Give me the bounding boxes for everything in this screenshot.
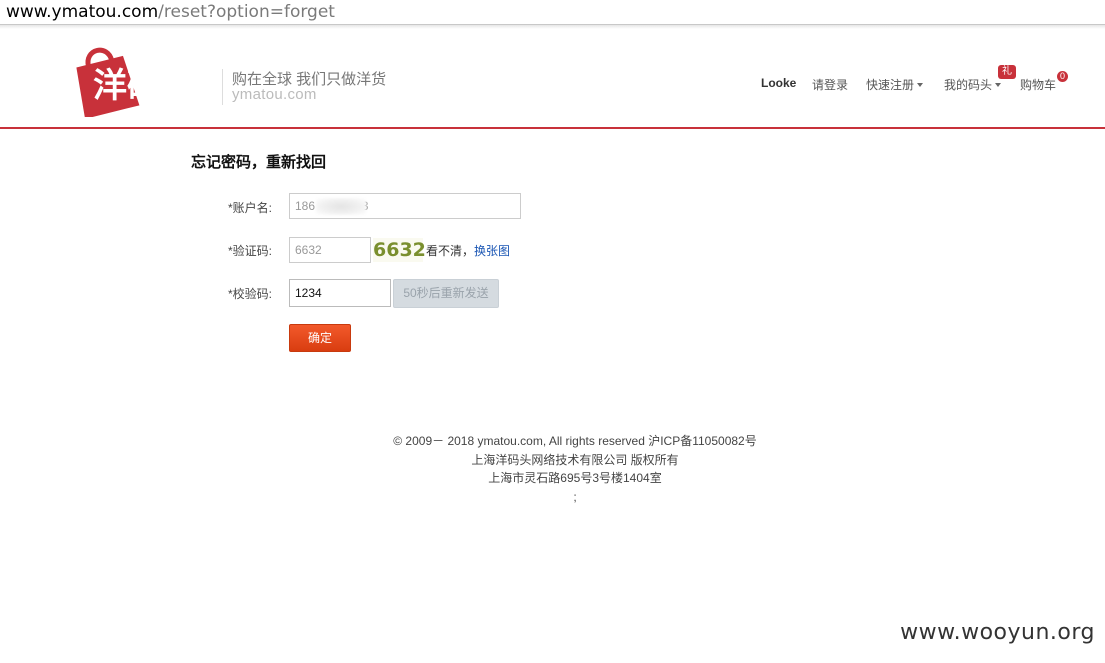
page-title: 忘记密码，重新找回: [191, 153, 327, 171]
captcha-image[interactable]: 6632: [373, 238, 426, 262]
captcha-unclear-text: 看不清，: [426, 244, 475, 258]
logo-divider: [222, 69, 223, 105]
submit-button[interactable]: 确定: [289, 324, 351, 352]
captcha-label: *验证码:: [228, 244, 273, 258]
url-text[interactable]: www.ymatou.com/reset?option=forget: [6, 1, 335, 23]
watermark: www.wooyun.org: [900, 620, 1095, 645]
nav-cart-link[interactable]: 购物车: [1020, 76, 1056, 93]
site-name: ymatou.com: [232, 86, 317, 103]
verify-code-input[interactable]: [289, 279, 391, 307]
footer-copyright: © 2009－ 2018 ymatou.com, All rights rese…: [393, 434, 757, 448]
footer-extra: ;: [573, 489, 577, 504]
nav-my-ymatou-label: 我的码头: [944, 78, 993, 92]
nav-register-label: 快速注册: [866, 78, 915, 92]
site-header: 洋码头 购在全球 我们只做洋货 ymatou.com Looke 请登录 快速注…: [0, 29, 1105, 129]
nav-username[interactable]: Looke: [761, 76, 796, 90]
url-host: www.ymatou.com: [6, 2, 159, 22]
resend-code-button[interactable]: 50秒后重新发送: [393, 279, 499, 308]
caret-down-icon: [917, 83, 924, 87]
address-bar[interactable]: www.ymatou.com/reset?option=forget: [0, 0, 1105, 25]
cart-count-badge: 0: [1057, 71, 1068, 82]
captcha-input[interactable]: [289, 237, 371, 263]
nav-register-menu[interactable]: 快速注册: [866, 76, 924, 93]
caret-down-icon: [995, 83, 1002, 87]
url-path: /reset?option=forget: [158, 2, 335, 22]
gift-badge[interactable]: 礼: [998, 65, 1016, 79]
footer-address: 上海市灵石路695号3号楼1404室: [488, 471, 662, 485]
captcha-refresh-link[interactable]: 换张图: [474, 242, 510, 259]
logo-text: 洋码头: [93, 66, 195, 106]
nav-login-link[interactable]: 请登录: [812, 76, 848, 93]
nav-my-ymatou-menu[interactable]: 我的码头: [944, 76, 1002, 93]
footer: © 2009－ 2018 ymatou.com, All rights rese…: [330, 432, 820, 506]
shopping-bag-logo-icon[interactable]: 洋码头: [73, 39, 213, 117]
account-redaction: [316, 198, 366, 215]
footer-company: 上海洋码头网络技术有限公司 版权所有: [471, 452, 679, 467]
verify-code-label: *校验码:: [228, 287, 273, 301]
account-label: *账户名:: [228, 201, 273, 215]
